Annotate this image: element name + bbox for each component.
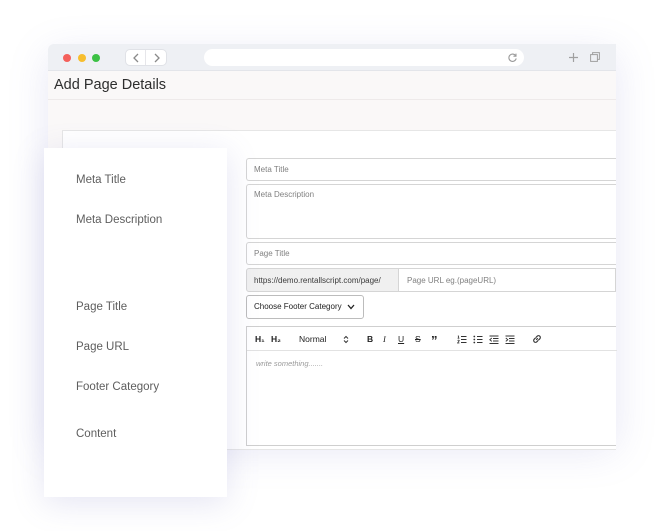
meta-description-placeholder: Meta Description	[254, 190, 315, 199]
heading1-button[interactable]: H₁	[255, 332, 265, 346]
tabs-icon[interactable]	[590, 52, 600, 62]
link-icon[interactable]	[532, 334, 542, 344]
heading2-button[interactable]: H₂	[271, 332, 281, 346]
indent-icon[interactable]	[505, 335, 515, 344]
page-title-label: Page Title	[76, 301, 128, 313]
outdent-icon[interactable]	[489, 335, 499, 344]
new-tab-icon[interactable]	[568, 52, 579, 63]
meta-title-label: Meta Title	[76, 174, 126, 186]
meta-title-placeholder: Meta Title	[254, 165, 289, 174]
reload-icon[interactable]	[507, 52, 518, 63]
blockquote-button[interactable]: ”	[431, 332, 438, 348]
close-dot[interactable]	[63, 54, 71, 62]
bullet-list-icon[interactable]	[473, 335, 483, 344]
ordered-list-icon[interactable]	[457, 335, 467, 344]
format-select-arrows-icon	[343, 335, 349, 344]
page-url-placeholder: Page URL eg.(pageURL)	[407, 276, 497, 285]
meta-description-label: Meta Description	[76, 214, 163, 226]
footer-category-value: Choose Footer Category	[254, 302, 342, 311]
underline-button[interactable]: U	[398, 332, 404, 346]
labels-card: Meta Title Meta Description Page Title P…	[44, 148, 227, 497]
editor-toolbar: H₁ H₂ Normal B I U S ”	[247, 327, 617, 351]
meta-title-input[interactable]: Meta Title	[246, 158, 616, 181]
content-label: Content	[76, 428, 117, 440]
page-url-input[interactable]: Page URL eg.(pageURL)	[399, 268, 616, 292]
chevron-down-icon	[347, 304, 355, 310]
footer-category-label: Footer Category	[76, 381, 160, 393]
bold-button[interactable]: B	[367, 332, 373, 346]
italic-button[interactable]: I	[383, 332, 386, 346]
page-title: Add Page Details	[54, 77, 167, 93]
forward-icon[interactable]	[147, 50, 167, 65]
page-title-input[interactable]: Page Title	[246, 242, 616, 265]
editor-placeholder: write something.......	[256, 359, 324, 368]
page-title-placeholder: Page Title	[254, 249, 290, 258]
footer-category-select[interactable]: Choose Footer Category	[246, 295, 364, 319]
url-prefix: https://demo.rentallscript.com/page/	[246, 268, 399, 292]
page-url-label: Page URL	[76, 341, 130, 353]
strike-button[interactable]: S	[415, 332, 421, 346]
format-select[interactable]: Normal	[299, 332, 326, 346]
nav-buttons	[125, 49, 167, 66]
content-editor[interactable]: H₁ H₂ Normal B I U S ” write something..…	[246, 326, 617, 446]
maximize-dot[interactable]	[92, 54, 100, 62]
divider	[48, 99, 616, 100]
minimize-dot[interactable]	[78, 54, 86, 62]
meta-description-textarea[interactable]: Meta Description	[246, 184, 616, 239]
browser-toolbar	[48, 44, 616, 71]
address-bar[interactable]	[204, 49, 524, 66]
back-icon[interactable]	[126, 50, 146, 65]
